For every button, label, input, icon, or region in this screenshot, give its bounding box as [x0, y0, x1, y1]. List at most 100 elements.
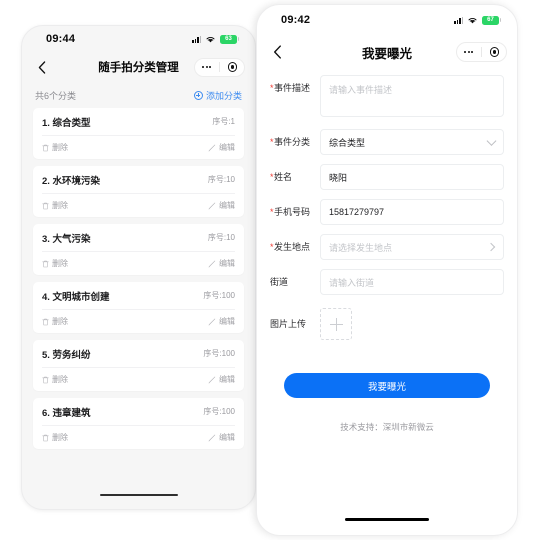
category-name: 4. 文明城市创建: [42, 291, 110, 303]
category-order: 序号:100: [203, 407, 235, 416]
phone-screenshot-right: 09:42 67 我要曝光 *事件描述 请输入事件描述 *事件分类 综合类型 *…: [256, 4, 518, 536]
category-list-page: 共6个分类 添加分类 1. 综合类型 序号:1 删除 编辑 2. 水环境污染 序号:10 删…: [22, 82, 255, 449]
category-header: 5. 劳务纠纷 序号:100: [42, 340, 235, 368]
category-card: 6. 违章建筑 序号:100 删除 编辑: [33, 398, 244, 449]
delete-label: 删除: [52, 375, 68, 384]
status-bar-left: 09:44 63: [22, 26, 255, 52]
field-row-phone: *手机号码 15817279797: [257, 199, 517, 225]
edit-category-button[interactable]: 编辑: [208, 316, 235, 327]
back-button[interactable]: [267, 42, 287, 62]
category-list: 1. 综合类型 序号:1 删除 编辑 2. 水环境污染 序号:10 删除 编辑 3. 大气污染序…: [33, 108, 244, 449]
wechat-capsule-right: [456, 42, 507, 62]
category-actions: 删除 编辑: [42, 194, 235, 217]
category-header: 3. 大气污染 序号:10: [42, 224, 235, 252]
edit-category-button[interactable]: 编辑: [208, 200, 235, 211]
submit-button[interactable]: 我要曝光: [284, 373, 490, 398]
edit-label: 编辑: [219, 201, 235, 210]
category-card: 2. 水环境污染 序号:10 删除 编辑: [33, 166, 244, 217]
edit-label: 编辑: [219, 317, 235, 326]
delete-label: 删除: [52, 433, 68, 442]
target-circle-icon[interactable]: [227, 62, 237, 72]
delete-category-button[interactable]: 删除: [42, 432, 68, 443]
category-header: 4. 文明城市创建 序号:100: [42, 282, 235, 310]
delete-label: 删除: [52, 259, 68, 268]
field-row-location: *发生地点 请选择发生地点: [257, 234, 517, 260]
home-indicator: [345, 518, 429, 521]
more-dots-icon[interactable]: [202, 65, 211, 69]
event-type-select[interactable]: 综合类型: [320, 129, 504, 155]
event-desc-input[interactable]: 请输入事件描述: [320, 75, 504, 117]
status-bar-right: 09:42 67: [257, 5, 517, 35]
category-card: 3. 大气污染 序号:10 删除 编辑: [33, 224, 244, 275]
pencil-icon: [208, 318, 216, 325]
category-header: 6. 违章建筑 序号:100: [42, 398, 235, 426]
required-marker: *: [270, 83, 274, 93]
category-header: 2. 水环境污染 序号:10: [42, 166, 235, 194]
category-order: 序号:1: [212, 117, 235, 126]
field-row-event-type: *事件分类 综合类型: [257, 129, 517, 155]
edit-category-button[interactable]: 编辑: [208, 374, 235, 385]
delete-label: 删除: [52, 143, 68, 152]
edit-category-button[interactable]: 编辑: [208, 258, 235, 269]
add-category-button[interactable]: 添加分类: [193, 89, 242, 102]
battery-level: 67: [482, 15, 499, 25]
home-indicator: [99, 493, 178, 496]
plus-circle-icon: [193, 90, 203, 100]
wechat-capsule-left: [194, 57, 245, 77]
cellular-signal-icon: [192, 35, 201, 43]
category-name: 3. 大气污染: [42, 233, 91, 245]
delete-category-button[interactable]: 删除: [42, 374, 68, 385]
edit-label: 编辑: [219, 375, 235, 384]
capsule-divider: [219, 62, 220, 72]
chevron-right-icon: [486, 242, 496, 252]
add-category-label: 添加分类: [205, 90, 242, 101]
delete-category-button[interactable]: 删除: [42, 258, 68, 269]
category-header: 1. 综合类型 序号:1: [42, 108, 235, 136]
footer-credit: 技术支持：深圳市新微云: [340, 422, 434, 432]
status-time: 09:44: [46, 33, 76, 45]
required-marker: *: [270, 172, 274, 182]
phone-screenshot-left: 09:44 63 随手拍分类管理 共6个分类 添加分类 1. 综合类型 序号:1…: [21, 25, 256, 510]
category-card: 4. 文明城市创建 序号:100 删除 编辑: [33, 282, 244, 333]
field-row-event-desc: *事件描述 请输入事件描述: [257, 75, 517, 117]
pencil-icon: [208, 260, 216, 267]
trash-icon: [42, 434, 49, 441]
image-upload-button[interactable]: [320, 308, 352, 340]
delete-category-button[interactable]: 删除: [42, 200, 68, 211]
delete-category-button[interactable]: 删除: [42, 316, 68, 327]
field-label-image-upload: 图片上传: [270, 319, 307, 329]
category-order: 序号:10: [207, 175, 235, 184]
category-name: 5. 劳务纠纷: [42, 349, 91, 361]
category-order: 序号:10: [207, 233, 235, 242]
required-marker: *: [270, 242, 274, 252]
field-row-name: *姓名 晓阳: [257, 164, 517, 190]
category-name: 6. 违章建筑: [42, 407, 91, 419]
delete-category-button[interactable]: 删除: [42, 142, 68, 153]
category-actions: 删除 编辑: [42, 252, 235, 275]
street-input[interactable]: 请输入街道: [320, 269, 504, 295]
status-icons: 67: [454, 15, 501, 25]
trash-icon: [42, 376, 49, 383]
chevron-down-icon: [486, 136, 497, 146]
required-marker: *: [270, 137, 274, 147]
trash-icon: [42, 318, 49, 325]
phone-input[interactable]: 15817279797: [320, 199, 504, 225]
more-dots-icon[interactable]: [464, 50, 473, 54]
back-button[interactable]: [32, 57, 52, 77]
category-order: 序号:100: [203, 291, 235, 300]
category-order: 序号:100: [203, 349, 235, 358]
edit-category-button[interactable]: 编辑: [208, 142, 235, 153]
trash-icon: [42, 144, 49, 151]
edit-category-button[interactable]: 编辑: [208, 432, 235, 443]
report-form-page: *事件描述 请输入事件描述 *事件分类 综合类型 *姓名 晓阳 *手机号码 15…: [257, 75, 517, 433]
screenshot-stage: 09:44 63 随手拍分类管理 共6个分类 添加分类 1. 综合类型 序号:1…: [0, 0, 540, 540]
edit-label: 编辑: [219, 143, 235, 152]
category-card: 1. 综合类型 序号:1 删除 编辑: [33, 108, 244, 159]
name-input[interactable]: 晓阳: [320, 164, 504, 190]
category-card: 5. 劳务纠纷 序号:100 删除 编辑: [33, 340, 244, 391]
category-actions: 删除 编辑: [42, 136, 235, 159]
location-picker[interactable]: 请选择发生地点: [320, 234, 504, 260]
location-placeholder: 请选择发生地点: [329, 242, 393, 253]
category-name: 1. 综合类型: [42, 117, 91, 129]
target-circle-icon[interactable]: [489, 47, 499, 57]
